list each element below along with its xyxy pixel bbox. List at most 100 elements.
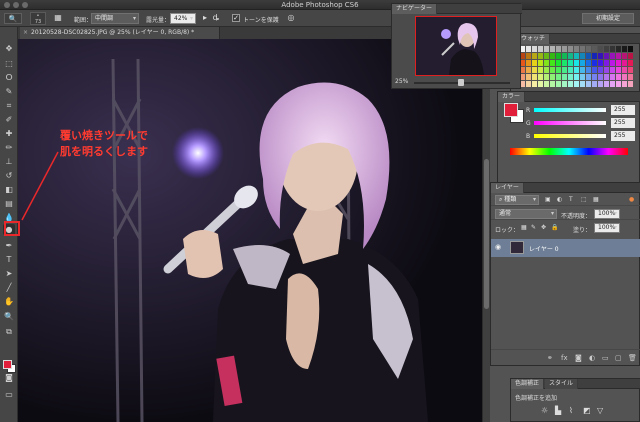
hand-tool-icon[interactable]: ✋ [3, 296, 15, 307]
swatch-cell[interactable] [598, 67, 603, 73]
swatch-cell[interactable] [568, 74, 573, 80]
swatch-cell[interactable] [550, 81, 555, 87]
swatch-grid[interactable] [514, 46, 638, 92]
swatch-cell[interactable] [592, 81, 597, 87]
swatch-cell[interactable] [526, 46, 531, 52]
line-tool-icon[interactable]: ╱ [3, 282, 15, 293]
swatch-cell[interactable] [610, 46, 615, 52]
styles-tab[interactable]: スタイル [545, 379, 579, 389]
swatch-cell[interactable] [598, 46, 603, 52]
quick-mask-icon[interactable]: ◙ [3, 372, 15, 383]
swatch-cell[interactable] [532, 53, 537, 59]
add-mask-icon[interactable]: ◙ [575, 354, 582, 362]
swatch-cell[interactable] [628, 53, 633, 59]
swatch-cell[interactable] [592, 74, 597, 80]
swatch-cell[interactable] [598, 53, 603, 59]
gradient-tool-icon[interactable]: ▤ [3, 198, 15, 209]
swatch-cell[interactable] [574, 60, 579, 66]
screen-mode-icon[interactable]: ▭ [3, 389, 15, 400]
swatch-cell[interactable] [598, 60, 603, 66]
swatch-cell[interactable] [526, 60, 531, 66]
lasso-tool-icon[interactable]: ⵔ [3, 72, 15, 83]
navigator-zoom[interactable]: 25% [395, 78, 408, 85]
swatch-cell[interactable] [598, 81, 603, 87]
new-group-icon[interactable]: ▭ [602, 354, 609, 362]
protect-tones-checkbox[interactable]: ✓ [232, 14, 240, 22]
swatch-cell[interactable] [544, 46, 549, 52]
swatch-cell[interactable] [580, 60, 585, 66]
swatch-cell[interactable] [556, 53, 561, 59]
adjustment-layer-icon[interactable]: ◐ [589, 354, 595, 362]
swatch-cell[interactable] [628, 46, 633, 52]
crop-tool-icon[interactable]: ⌗ [3, 100, 15, 111]
swatch-cell[interactable] [538, 74, 543, 80]
swatch-cell[interactable] [562, 46, 567, 52]
swatch-cell[interactable] [532, 60, 537, 66]
swatch-cell[interactable] [580, 81, 585, 87]
lock-transparency-icon[interactable]: ▦ [521, 224, 527, 231]
link-layers-icon[interactable]: ⚭ [547, 354, 553, 362]
zoom-tool-icon[interactable]: 🔍 [3, 311, 15, 322]
new-layer-icon[interactable]: ▢ [615, 354, 622, 362]
visibility-eye-icon[interactable]: ◉ [495, 243, 501, 251]
swatch-cell[interactable] [616, 60, 621, 66]
swatch-cell[interactable] [562, 53, 567, 59]
blend-mode-select[interactable]: 通常 [495, 209, 557, 219]
swatch-cell[interactable] [610, 53, 615, 59]
swatch-cell[interactable] [526, 74, 531, 80]
swatch-cell[interactable] [550, 74, 555, 80]
swatch-cell[interactable] [544, 67, 549, 73]
tool-preset-picker[interactable]: 🔍 [4, 13, 22, 24]
swatch-cell[interactable] [532, 67, 537, 73]
swatch-cell[interactable] [604, 67, 609, 73]
swatch-cell[interactable] [592, 60, 597, 66]
levels-icon[interactable]: ▙ [555, 406, 561, 415]
clone-stamp-tool-icon[interactable]: ⊥ [3, 156, 15, 167]
brightness-contrast-icon[interactable]: ☼ [541, 406, 548, 415]
filter-toggle-icon[interactable]: ● [629, 196, 634, 203]
swatch-cell[interactable] [568, 46, 573, 52]
range-select[interactable]: 中間調 [91, 13, 139, 24]
adjustments-tab[interactable]: 色調補正 [511, 379, 545, 389]
swatch-cell[interactable] [544, 81, 549, 87]
close-tab-icon[interactable]: × [23, 29, 28, 36]
airbrush-icon[interactable]: ȡ [210, 13, 222, 24]
navigator-view-box[interactable] [415, 16, 497, 76]
default-colors-icon[interactable]: ⧉ [3, 326, 15, 337]
filter-adjustment-icon[interactable]: ◐ [557, 196, 562, 203]
swatch-cell[interactable] [604, 81, 609, 87]
color-spectrum[interactable] [510, 148, 628, 155]
swatch-cell[interactable] [616, 67, 621, 73]
swatch-cell[interactable] [568, 53, 573, 59]
swatch-cell[interactable] [544, 60, 549, 66]
color-panel-foreground[interactable] [504, 103, 518, 117]
swatch-cell[interactable] [586, 74, 591, 80]
swatch-cell[interactable] [562, 81, 567, 87]
swatch-cell[interactable] [538, 67, 543, 73]
swatch-cell[interactable] [622, 53, 627, 59]
swatch-cell[interactable] [550, 67, 555, 73]
swatch-cell[interactable] [622, 74, 627, 80]
layer-filter-select[interactable]: ⌕ 種類 [495, 195, 539, 205]
swatch-cell[interactable] [568, 67, 573, 73]
swatch-cell[interactable] [622, 81, 627, 87]
swatch-cell[interactable] [538, 46, 543, 52]
scrollbar-thumb[interactable] [484, 159, 489, 309]
swatch-cell[interactable] [550, 53, 555, 59]
swatch-cell[interactable] [604, 46, 609, 52]
swatch-cell[interactable] [598, 74, 603, 80]
eraser-tool-icon[interactable]: ◧ [3, 184, 15, 195]
swatch-cell[interactable] [538, 53, 543, 59]
swatch-cell[interactable] [532, 81, 537, 87]
swatch-cell[interactable] [550, 60, 555, 66]
swatch-cell[interactable] [604, 60, 609, 66]
swatch-cell[interactable] [592, 53, 597, 59]
swatch-cell[interactable] [574, 74, 579, 80]
filter-pixel-icon[interactable]: ▣ [545, 196, 551, 203]
swatch-cell[interactable] [592, 67, 597, 73]
swatch-cell[interactable] [604, 74, 609, 80]
swatch-cell[interactable] [610, 81, 615, 87]
quick-selection-tool-icon[interactable]: ✎ [3, 86, 15, 97]
path-selection-tool-icon[interactable]: ➤ [3, 268, 15, 279]
swatch-cell[interactable] [616, 74, 621, 80]
